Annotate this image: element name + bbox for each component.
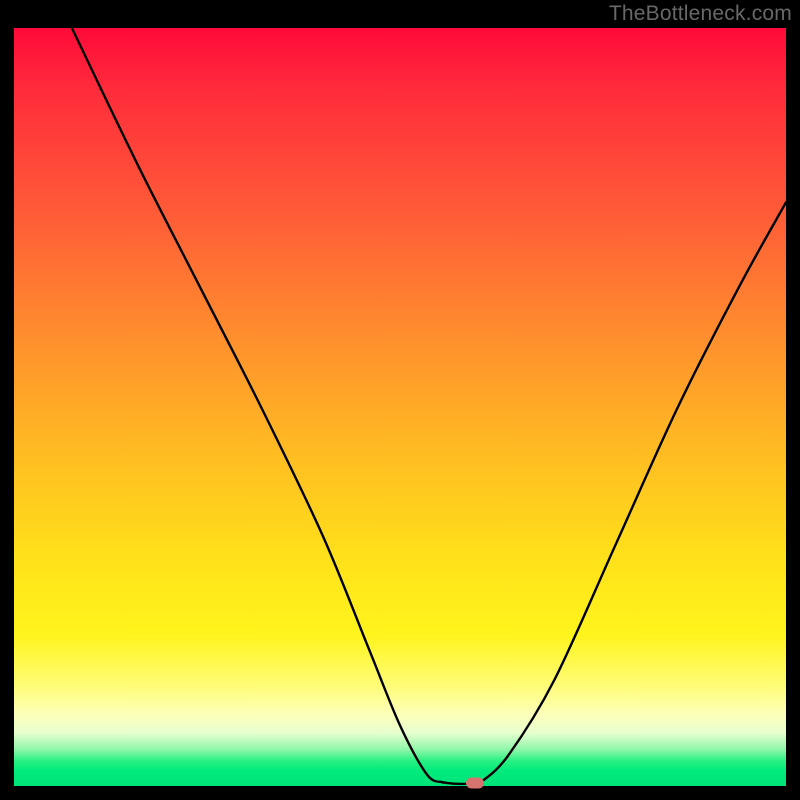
chart-frame: TheBottleneck.com [0,0,800,800]
attribution-text: TheBottleneck.com [609,2,792,26]
plot-area [14,28,786,786]
optimal-point-marker [466,777,484,788]
bottleneck-curve [14,28,786,786]
